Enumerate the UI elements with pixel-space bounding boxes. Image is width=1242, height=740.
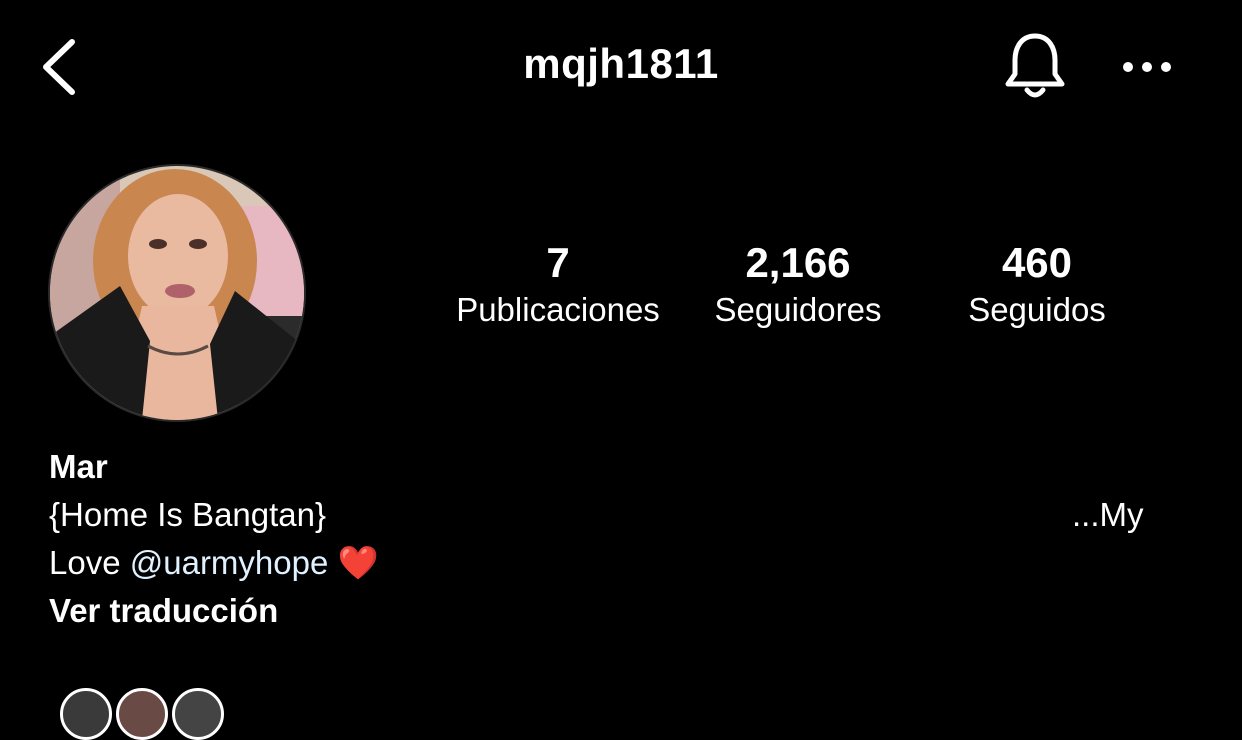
- posts-stat[interactable]: 7 Publicaciones: [440, 240, 676, 334]
- following-count: 460: [1001, 239, 1073, 286]
- avatar-image: [50, 166, 304, 420]
- bio-line-1: {Home Is Bangtan}: [49, 496, 327, 533]
- following-stat[interactable]: 460 Seguidos: [918, 240, 1156, 334]
- notifications-button[interactable]: [1000, 28, 1070, 104]
- posts-count: 7: [546, 239, 570, 286]
- bio-line-2: Love @uarmyhope ❤️: [49, 544, 379, 583]
- bell-icon: [1005, 33, 1065, 98]
- posts-label: Publicaciones: [456, 291, 660, 328]
- followers-count: 2,166: [745, 239, 851, 286]
- bio-line-2-text: Love: [49, 544, 130, 581]
- bio-line-1-continuation: ...My: [1072, 496, 1144, 533]
- profile-avatar[interactable]: [50, 166, 304, 420]
- mention-link[interactable]: @uarmyhope: [130, 544, 329, 581]
- more-options-button[interactable]: [1112, 44, 1182, 90]
- followers-label: Seguidores: [714, 291, 882, 328]
- followers-stat[interactable]: 2,166 Seguidores: [680, 240, 916, 334]
- mutual-followers-avatars[interactable]: [60, 688, 260, 740]
- profile-name: Mar: [49, 448, 108, 485]
- more-horizontal-icon: [1123, 62, 1171, 72]
- following-label: Seguidos: [968, 291, 1106, 328]
- heart-emoji-icon: ❤️: [337, 544, 379, 581]
- see-translation-link[interactable]: Ver traducción: [49, 592, 278, 630]
